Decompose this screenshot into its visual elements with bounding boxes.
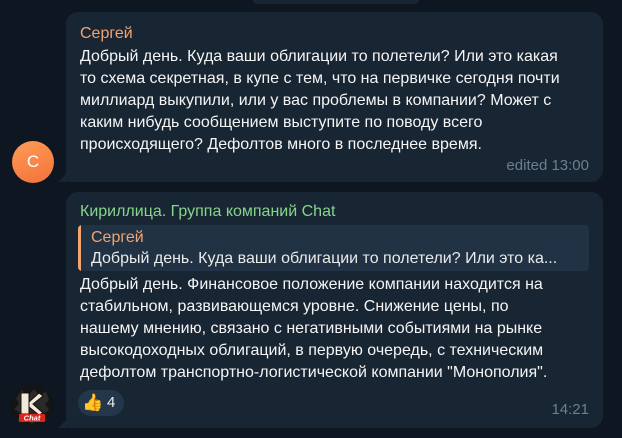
reply-quote[interactable]: Сергей Добрый день. Куда ваши облигации … xyxy=(78,225,589,271)
reply-author: Сергей xyxy=(91,229,144,246)
svg-text:Chat: Chat xyxy=(24,414,41,423)
previous-message-edge xyxy=(253,0,419,4)
reaction-thumbs-up[interactable]: 👍 4 xyxy=(78,390,124,416)
reaction-count: 4 xyxy=(107,394,116,411)
chat-history: С Сергей Добрый день. Куда ваши облигаци… xyxy=(0,0,622,438)
message-text: Добрый день. Куда ваши облигации то поле… xyxy=(80,48,560,153)
message-text: Добрый день. Финансовое положение компан… xyxy=(80,276,548,381)
message-author[interactable]: Кириллица. Группа компаний Chat xyxy=(80,202,335,222)
avatar-kirillitsa-logo[interactable]: Chat xyxy=(10,384,54,428)
message-author[interactable]: Сергей xyxy=(80,24,133,44)
message-bubble-sergey[interactable]: Сергей Добрый день. Куда ваши облигации … xyxy=(66,12,603,182)
reply-accent-bar xyxy=(78,225,81,271)
avatar-letter: С xyxy=(26,152,40,171)
chat-logo-icon: Chat xyxy=(11,385,53,427)
avatar-sergey[interactable]: С xyxy=(12,141,54,183)
thumbs-up-icon: 👍 xyxy=(82,393,104,412)
message-bubble-kirillitsa[interactable]: Кириллица. Группа компаний Chat Сергей Д… xyxy=(66,192,603,428)
message-edited-time: edited 13:00 xyxy=(506,157,589,174)
message-time: 14:21 xyxy=(551,401,589,418)
reply-text: Добрый день. Куда ваши облигации то поле… xyxy=(91,250,558,267)
